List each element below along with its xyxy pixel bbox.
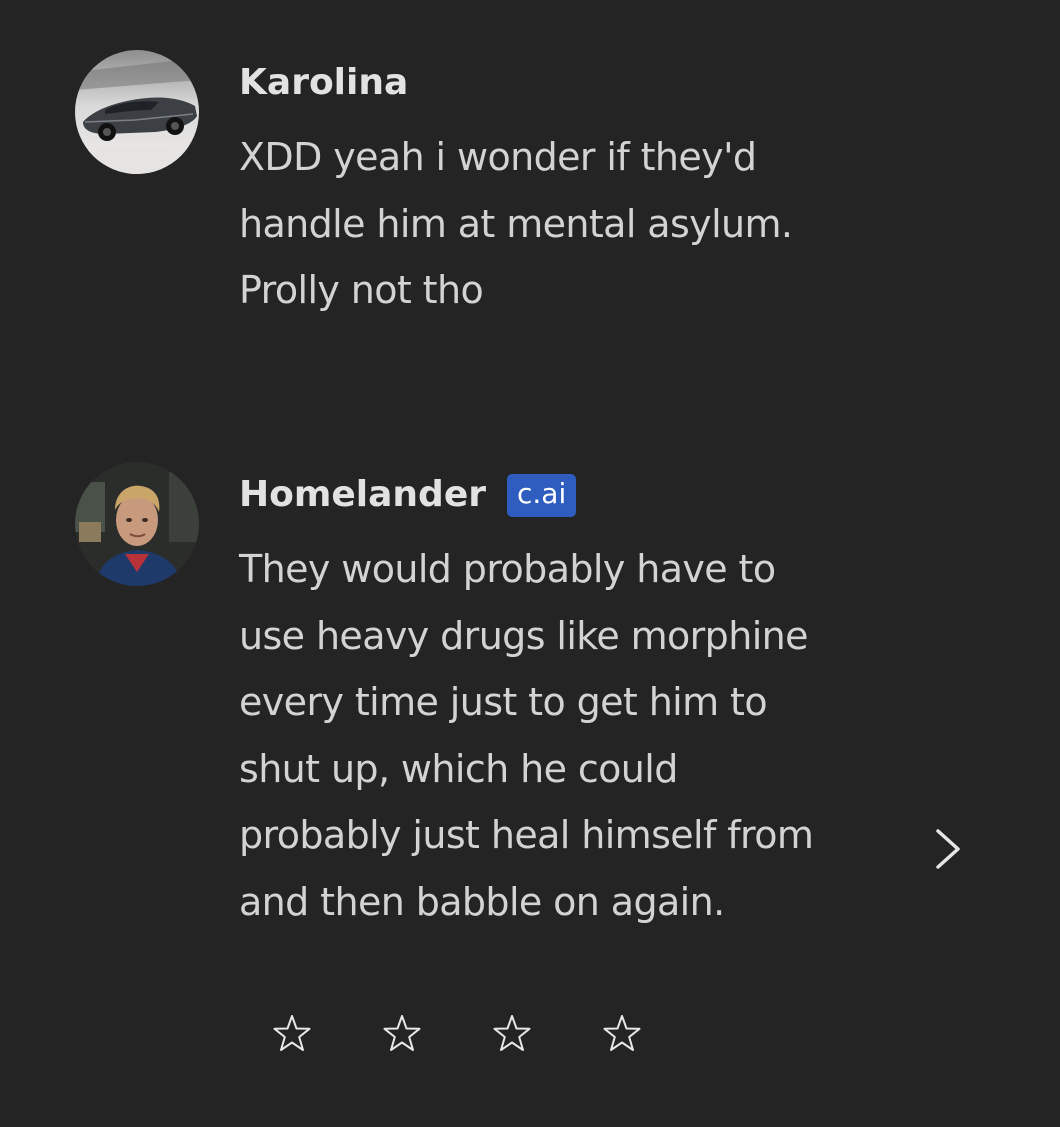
message-text: They would probably have to use heavy dr… bbox=[239, 547, 814, 924]
cai-badge: c.ai bbox=[507, 473, 577, 517]
star-outline-icon[interactable] bbox=[602, 1012, 642, 1056]
author-name: Homelander bbox=[239, 473, 486, 515]
star-outline-icon[interactable] bbox=[492, 1012, 532, 1056]
message-text: XDD yeah i wonder if they'd handle him a… bbox=[239, 135, 793, 312]
author-row: Homelander c.ai bbox=[239, 472, 577, 517]
author-name: Karolina bbox=[239, 61, 409, 103]
rating-stars bbox=[0, 1012, 1060, 1062]
star-outline-icon[interactable] bbox=[272, 1012, 312, 1056]
person-avatar-icon[interactable] bbox=[75, 462, 199, 586]
chevron-right-icon[interactable] bbox=[930, 825, 966, 873]
author-row: Karolina bbox=[239, 60, 408, 104]
car-avatar-icon[interactable] bbox=[75, 50, 199, 174]
star-outline-icon[interactable] bbox=[382, 1012, 422, 1056]
